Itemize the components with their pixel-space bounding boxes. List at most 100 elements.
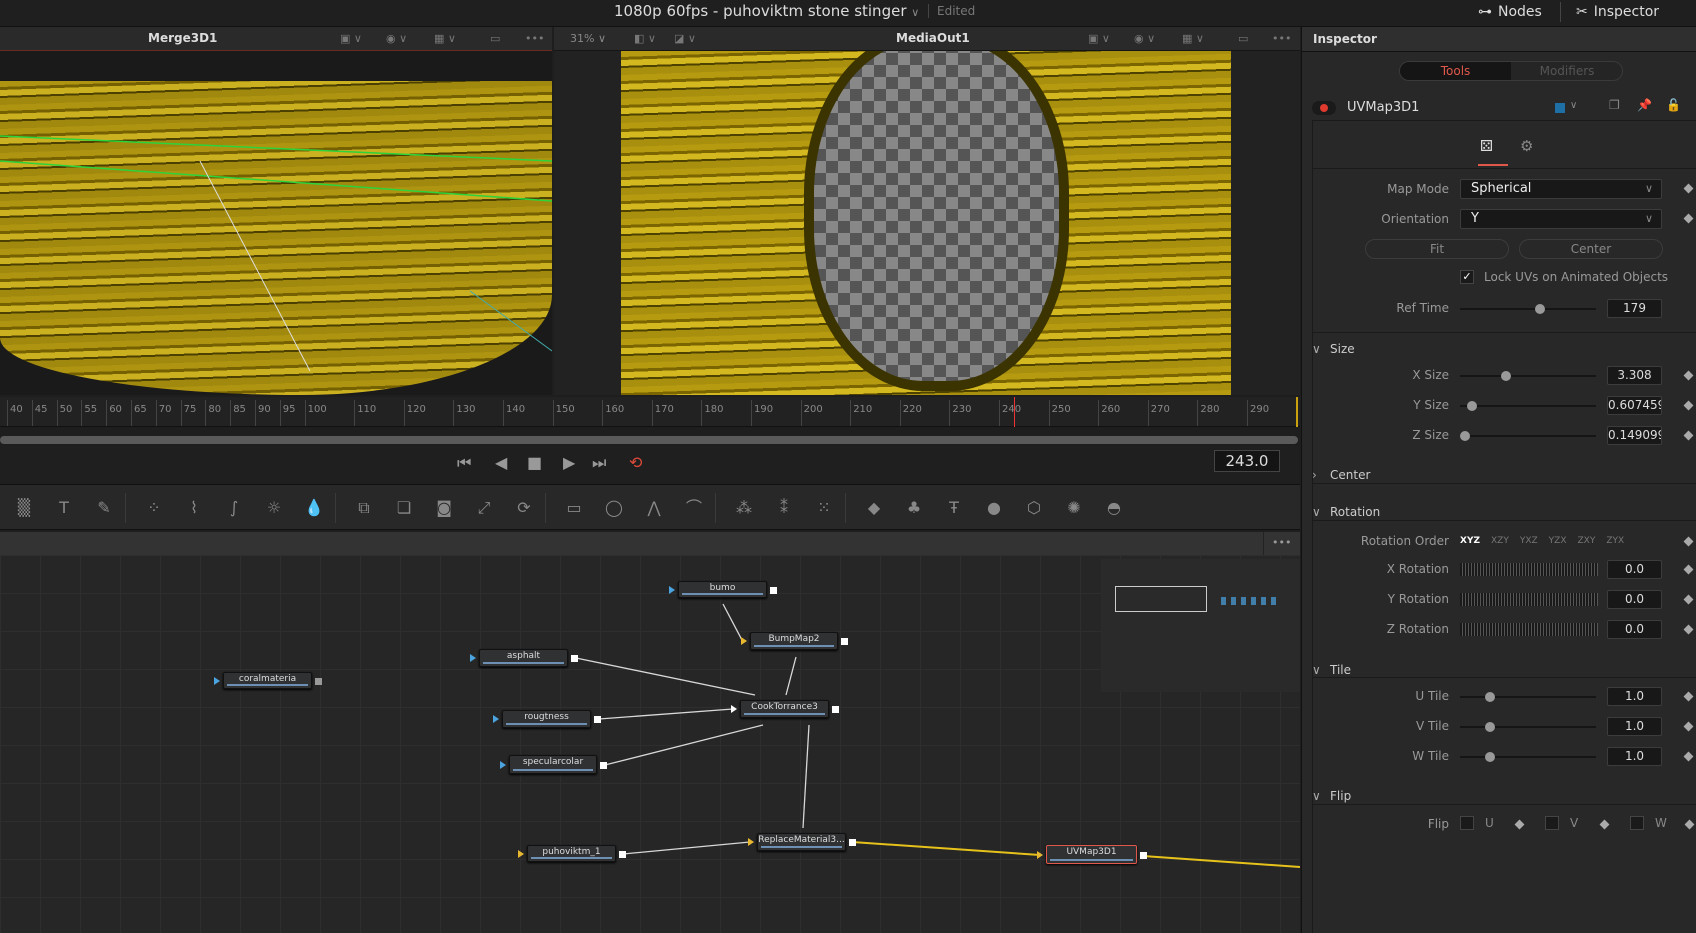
link-puhoviktm_1-to-replacematerial3[interactable] [622, 841, 751, 855]
matte-control-icon[interactable]: ◙ [433, 497, 455, 519]
node-bumpmap2[interactable]: BumpMap2 [750, 632, 838, 650]
slider-thumb[interactable] [1484, 752, 1495, 762]
node-input-port[interactable] [1037, 850, 1043, 859]
paint-icon[interactable]: ✎ [93, 497, 115, 519]
z-size-field[interactable]: 0.149099 [1607, 426, 1662, 445]
link-bumpmap2-to-cooktorrance3[interactable] [785, 656, 797, 696]
controls-tab-icon[interactable]: ⚄ [1480, 137, 1493, 155]
lock-uvs-checkbox[interactable]: ✓ [1460, 270, 1474, 284]
node-output-port[interactable] [770, 586, 777, 594]
link-rougtness-to-cooktorrance3[interactable] [598, 708, 734, 720]
chevron-down-icon[interactable]: ∨ [1570, 100, 1577, 111]
project-title[interactable]: 1080p 60fps - puhoviktm stone stinger ∨ [614, 2, 919, 20]
node-output-port[interactable] [849, 839, 856, 846]
node-output-port[interactable] [315, 677, 322, 685]
roi-icon[interactable]: ◪ ∨ [674, 32, 696, 45]
particle-emitter-icon[interactable]: ⁂ [733, 497, 755, 519]
node-input-port[interactable] [748, 838, 754, 846]
zoom-dropdown[interactable]: 31% ∨ [570, 32, 606, 45]
node-output-port[interactable] [1140, 851, 1147, 859]
z-size-slider[interactable] [1460, 431, 1596, 441]
node-puhoviktm_1[interactable]: puhoviktm_1 [527, 845, 616, 862]
more-options-icon[interactable]: ••• [1272, 536, 1291, 549]
node-output-port[interactable] [619, 850, 626, 858]
y-size-slider[interactable] [1460, 401, 1596, 411]
link-asphalt-to-cooktorrance3[interactable] [575, 657, 756, 696]
center-button[interactable]: Center [1519, 239, 1663, 259]
step-back-icon[interactable]: ◀ [495, 453, 507, 472]
stop-icon[interactable]: ■ [527, 453, 542, 472]
y-rotation-field[interactable]: 0.0 [1607, 590, 1662, 609]
tab-modifiers[interactable]: Modifiers [1512, 62, 1622, 80]
brightness-contrast-icon[interactable]: ∫ [223, 497, 245, 519]
skip-to-end-icon[interactable]: ⏭ [592, 453, 606, 473]
tile-section-header[interactable]: ∨ Tile [1312, 663, 1351, 677]
single-view-icon[interactable]: ▭ [1238, 32, 1248, 45]
color-curves-icon[interactable]: ⌇ [183, 497, 205, 519]
u-tile-slider[interactable] [1460, 692, 1596, 702]
render3d-icon[interactable]: ● [983, 497, 1005, 519]
view-options-icon[interactable]: ▣ ∨ [340, 32, 362, 45]
inspector-button[interactable]: ✂ Inspector [1576, 0, 1659, 24]
timeline-ruler[interactable]: 40 45 50 55 60 65 70 75 80 85 90 95 100 110 120 130 140 1… [0, 397, 1300, 427]
node-input-port[interactable] [741, 637, 747, 645]
node-graph[interactable]: bumo BumpMap2 asphalt coralmateria CookTorra… [0, 555, 1300, 933]
link-cooktorrance3-to-replacematerial3[interactable] [802, 724, 810, 829]
flip-w-checkbox[interactable] [1630, 816, 1644, 830]
z-rotation-field[interactable]: 0.0 [1607, 620, 1662, 639]
rotation-order-zyx[interactable]: ZYX [1606, 536, 1624, 546]
merge3d-icon[interactable]: ♣ [903, 497, 925, 519]
node-input-port[interactable] [669, 585, 675, 594]
node-minimap[interactable] [1101, 559, 1300, 692]
channel-booleans-icon[interactable]: ❏ [393, 497, 415, 519]
flip-section-header[interactable]: ∨ Flip [1312, 789, 1351, 803]
node-rougtness[interactable]: rougtness [502, 710, 591, 728]
bspline-mask-icon[interactable]: ⌒ [683, 497, 705, 519]
rectangle-mask-icon[interactable]: ▭ [563, 497, 585, 519]
node-coralmateria[interactable]: coralmateria [223, 672, 312, 689]
y-rotation-thumbwheel[interactable] [1460, 593, 1598, 606]
light-icon[interactable]: ✺ [1063, 497, 1085, 519]
particles-icon[interactable]: ⁘ [143, 497, 165, 519]
node-input-port[interactable] [493, 715, 499, 723]
node-uvmap3d1[interactable]: UVMap3D1 [1046, 845, 1137, 864]
z-rotation-thumbwheel[interactable] [1460, 623, 1598, 636]
w-tile-field[interactable]: 1.0 [1607, 747, 1662, 766]
x-rotation-field[interactable]: 0.0 [1607, 560, 1662, 579]
node-replacematerial3[interactable]: ReplaceMaterial3... [757, 833, 846, 851]
camera3d-icon[interactable]: ⬡ [1023, 497, 1045, 519]
transform-icon[interactable]: ⤢ [473, 497, 495, 519]
replace-material-icon[interactable]: ◓ [1103, 497, 1125, 519]
lock-icon[interactable]: 🔓 [1666, 98, 1681, 112]
skip-to-start-icon[interactable]: ⏮ [457, 453, 471, 473]
size-section-header[interactable]: ∨ Size [1312, 342, 1355, 356]
map-mode-dropdown[interactable]: Spherical ∨ [1460, 179, 1662, 199]
x-size-field[interactable]: 3.308 [1607, 366, 1662, 385]
rotation-order-yzx[interactable]: YZX [1549, 536, 1567, 546]
slider-thumb[interactable] [1484, 722, 1495, 732]
color-correct-icon[interactable]: ☼ [263, 497, 285, 519]
v-tile-field[interactable]: 1.0 [1607, 717, 1662, 736]
grid-icon[interactable]: ▦ ∨ [434, 32, 456, 45]
node-asphalt[interactable]: asphalt [479, 649, 568, 667]
v-tile-slider[interactable] [1460, 722, 1596, 732]
center-section-header[interactable]: › Center [1312, 468, 1370, 482]
tool-color-swatch[interactable] [1555, 103, 1565, 113]
node-input-port[interactable] [518, 849, 524, 858]
slider-thumb[interactable] [1484, 692, 1495, 702]
polygon-mask-icon[interactable]: ⋀ [643, 497, 665, 519]
nodes-button[interactable]: ⊶ Nodes [1478, 0, 1542, 24]
node-output-port[interactable] [594, 716, 601, 723]
text3d-icon[interactable]: Ŧ [943, 497, 965, 519]
end-marker[interactable] [1296, 397, 1298, 427]
node-input-port[interactable] [500, 760, 506, 769]
x-rotation-thumbwheel[interactable] [1460, 563, 1598, 576]
current-frame-field[interactable]: 243.0 [1214, 450, 1280, 472]
loop-icon[interactable]: ⟲ [629, 453, 642, 472]
view-options-icon[interactable]: ▣ ∨ [1088, 32, 1110, 45]
ab-compare-icon[interactable]: ◧ ∨ [634, 32, 656, 45]
rotation-section-header[interactable]: ∨ Rotation [1312, 505, 1380, 519]
flip-u-checkbox[interactable] [1460, 816, 1474, 830]
fit-button[interactable]: Fit [1365, 239, 1509, 259]
y-size-field[interactable]: 0.607459 [1607, 396, 1662, 415]
